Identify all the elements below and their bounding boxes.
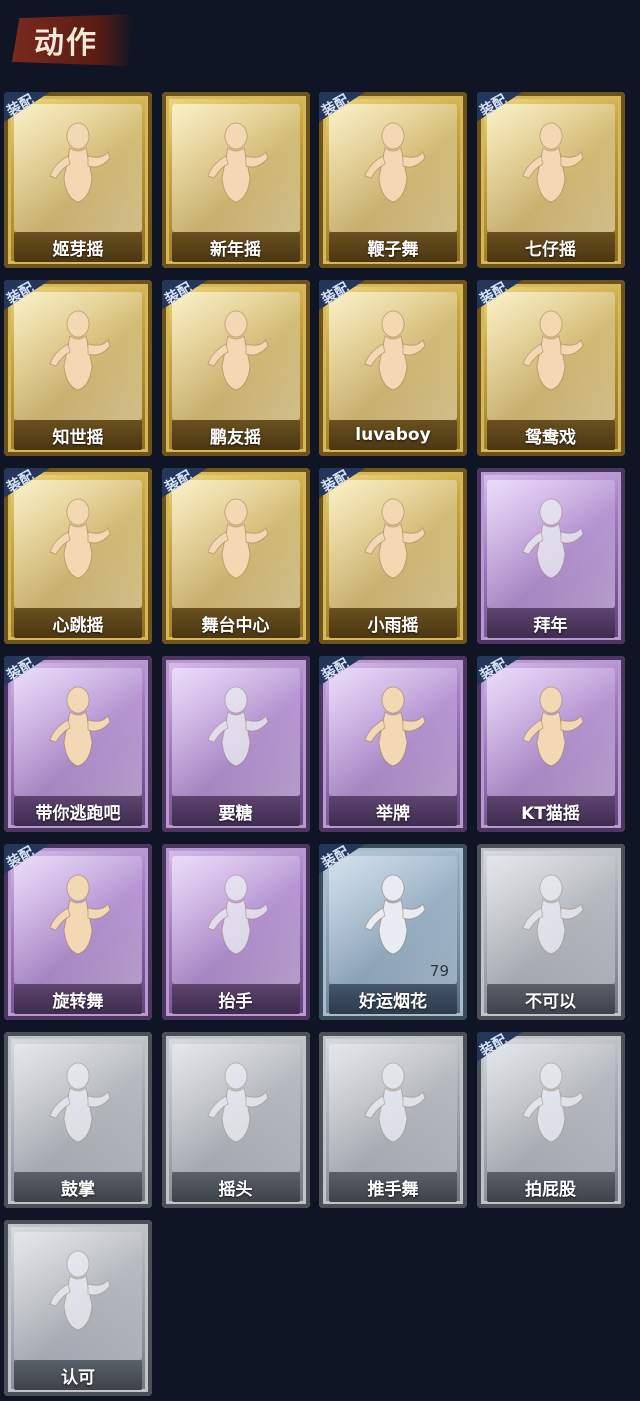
action-name: 抬手 bbox=[171, 984, 300, 1014]
action-name: 姬芽摇 bbox=[14, 232, 142, 262]
action-card[interactable]: 鞭子舞 装配 bbox=[319, 92, 467, 268]
dance-figure-icon bbox=[206, 498, 269, 579]
dance-figure-icon bbox=[364, 686, 426, 767]
action-name: 鹏友摇 bbox=[171, 420, 300, 450]
action-name: 舞台中心 bbox=[171, 608, 300, 638]
dance-figure-icon bbox=[206, 874, 269, 955]
action-name: luvaboy bbox=[329, 420, 457, 450]
dance-figure-icon bbox=[521, 874, 584, 955]
action-card[interactable]: 新年摇 bbox=[161, 92, 310, 268]
action-name: 要糖 bbox=[171, 796, 300, 826]
action-name: 举牌 bbox=[329, 796, 457, 826]
action-card[interactable]: 鹏友摇 装配 bbox=[161, 280, 310, 456]
dance-figure-icon bbox=[521, 686, 584, 767]
action-name: 认可 bbox=[14, 1360, 142, 1390]
action-name: 心跳摇 bbox=[14, 608, 142, 638]
dance-figure-icon bbox=[49, 1062, 111, 1143]
action-name: 小雨摇 bbox=[329, 608, 457, 638]
dance-figure-icon bbox=[364, 122, 426, 203]
action-card[interactable]: 79 好运烟花 装配 bbox=[319, 844, 467, 1020]
action-card[interactable]: 带你逃跑吧 装配 bbox=[4, 656, 152, 832]
action-name: 推手舞 bbox=[329, 1172, 457, 1202]
action-name: 拍屁股 bbox=[486, 1172, 615, 1202]
action-name: 知世摇 bbox=[14, 420, 142, 450]
action-card[interactable]: 鼓掌 bbox=[4, 1032, 152, 1208]
action-card[interactable]: 知世摇 装配 bbox=[4, 280, 152, 456]
action-name: 鞭子舞 bbox=[329, 232, 457, 262]
dance-figure-icon bbox=[521, 310, 584, 391]
dance-figure-icon bbox=[206, 686, 269, 767]
action-name: 好运烟花 bbox=[329, 984, 457, 1014]
dance-figure-icon bbox=[49, 874, 111, 955]
dance-figure-icon bbox=[364, 310, 426, 391]
action-name: 带你逃跑吧 bbox=[14, 796, 142, 826]
action-card[interactable]: 舞台中心 装配 bbox=[161, 468, 310, 644]
dance-figure-icon bbox=[49, 1250, 111, 1331]
dance-figure-icon bbox=[49, 310, 111, 391]
action-card[interactable]: 举牌 装配 bbox=[319, 656, 467, 832]
action-name: 摇头 bbox=[171, 1172, 300, 1202]
dance-figure-icon bbox=[521, 498, 584, 579]
action-card[interactable]: KT猫摇 装配 bbox=[476, 656, 625, 832]
action-card[interactable]: 姬芽摇 装配 bbox=[4, 92, 152, 268]
action-card[interactable]: 推手舞 bbox=[319, 1032, 467, 1208]
action-card[interactable]: 不可以 bbox=[476, 844, 625, 1020]
action-name: 鼓掌 bbox=[14, 1172, 142, 1202]
action-card[interactable]: 认可 bbox=[4, 1220, 152, 1396]
action-name: 鸳鸯戏 bbox=[486, 420, 615, 450]
dance-figure-icon bbox=[49, 498, 111, 579]
item-count: 79 bbox=[429, 962, 449, 980]
action-name: 不可以 bbox=[486, 984, 615, 1014]
dance-figure-icon bbox=[364, 1062, 426, 1143]
action-card[interactable]: 鸳鸯戏 装配 bbox=[476, 280, 625, 456]
dance-figure-icon bbox=[49, 686, 111, 767]
action-name: 拜年 bbox=[486, 608, 615, 638]
action-card[interactable]: 拜年 bbox=[476, 468, 625, 644]
action-card[interactable]: 摇头 bbox=[161, 1032, 310, 1208]
action-card[interactable]: 小雨摇 装配 bbox=[319, 468, 467, 644]
action-card[interactable]: 拍屁股 装配 bbox=[476, 1032, 625, 1208]
action-card[interactable]: 旋转舞 装配 bbox=[4, 844, 152, 1020]
dance-figure-icon bbox=[364, 874, 426, 955]
dance-figure-icon bbox=[521, 122, 584, 203]
action-card[interactable]: 要糖 bbox=[161, 656, 310, 832]
dance-figure-icon bbox=[206, 122, 269, 203]
dance-figure-icon bbox=[49, 122, 111, 203]
dance-figure-icon bbox=[364, 498, 426, 579]
action-card[interactable]: luvaboy 装配 bbox=[319, 280, 467, 456]
action-name: 新年摇 bbox=[171, 232, 300, 262]
action-card[interactable]: 七仔摇 装配 bbox=[476, 92, 625, 268]
section-title: 动作 bbox=[34, 26, 98, 61]
action-name: 旋转舞 bbox=[14, 984, 142, 1014]
action-card[interactable]: 心跳摇 装配 bbox=[4, 468, 152, 644]
action-name: 七仔摇 bbox=[486, 232, 615, 262]
dance-figure-icon bbox=[521, 1062, 584, 1143]
action-name: KT猫摇 bbox=[486, 796, 615, 826]
dance-figure-icon bbox=[206, 310, 269, 391]
dance-figure-icon bbox=[206, 1062, 269, 1143]
action-card[interactable]: 抬手 bbox=[161, 844, 310, 1020]
